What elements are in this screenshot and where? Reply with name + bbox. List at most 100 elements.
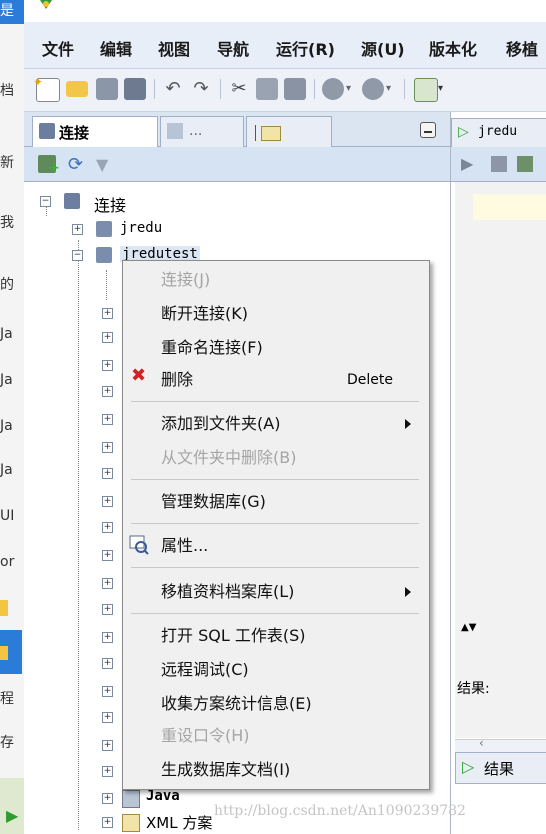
database-icon <box>39 123 55 139</box>
connections-toolbar: + ⟳ ▼ <box>24 147 450 182</box>
run-icon: ▷ <box>462 757 475 776</box>
title-bar <box>24 0 546 22</box>
expand-icon[interactable]: + <box>102 632 113 643</box>
menu-migration[interactable]: 移植 <box>506 36 538 60</box>
strip-item: UI <box>0 508 15 524</box>
menu-item-gather-schema-stats[interactable]: 收集方案统计信息(E) <box>161 691 312 717</box>
expand-icon[interactable]: + <box>102 496 113 507</box>
paste-icon[interactable] <box>284 78 306 100</box>
run-statement-icon[interactable]: ▶ <box>461 154 473 173</box>
tree-node-jredu[interactable]: + jredu <box>70 220 270 240</box>
properties-icon <box>129 535 149 555</box>
save-icon[interactable] <box>96 78 118 100</box>
menu-item-migration-repository[interactable]: 移植资料档案库(L) <box>161 579 294 605</box>
menu-item-disconnect[interactable]: 断开连接(K) <box>161 301 248 327</box>
menu-item-open-sql-worksheet[interactable]: 打开 SQL 工作表(S) <box>161 623 305 649</box>
menu-item-generate-db-doc[interactable]: 生成数据库文档(I) <box>161 757 290 783</box>
expand-icon[interactable]: + <box>102 386 113 397</box>
menu-separator <box>131 567 419 568</box>
menu-bar: 文件 编辑 视图 导航 运行(R) 源(U) 版本化 移植 <box>24 22 546 69</box>
menu-item-rename[interactable]: 重命名连接(F) <box>161 335 263 361</box>
tab-results[interactable]: ▷ 结果 <box>455 752 546 784</box>
forward-icon[interactable] <box>362 78 384 100</box>
editor-tab[interactable]: ▷ jredu <box>451 118 546 148</box>
watermark: http://blog.csdn.net/An1090239782 <box>214 803 466 819</box>
menu-item-reset-password[interactable]: 重设口令(H) <box>161 723 250 749</box>
menu-item-add-to-folder[interactable]: 添加到文件夹(A) <box>161 411 280 437</box>
menu-run[interactable]: 运行(R) <box>276 36 335 60</box>
menu-item-remove-from-folder[interactable]: 从文件夹中删除(B) <box>161 445 296 471</box>
refresh-icon[interactable]: ⟳ <box>68 154 83 175</box>
menu-edit[interactable]: 编辑 <box>100 36 132 60</box>
menu-item-properties[interactable]: 属性... <box>161 533 208 559</box>
main-toolbar: ✦ ↶ ↷ ✂ ▾ ▾ ▾ <box>24 69 546 112</box>
expand-icon[interactable]: + <box>102 712 113 723</box>
strip-item: or <box>0 554 15 570</box>
menu-item-connect[interactable]: 连接(J) <box>161 267 210 293</box>
results-tab-label: 结果 <box>484 760 515 778</box>
sql-worksheet-icon[interactable] <box>414 78 438 102</box>
save-all-icon[interactable] <box>124 78 146 100</box>
menu-navigate[interactable]: 导航 <box>217 36 249 60</box>
tree-node-label: jredu <box>120 220 163 236</box>
collapse-icon[interactable]: − <box>72 250 83 261</box>
filter-icon[interactable]: ▼ <box>96 155 108 174</box>
back-icon[interactable] <box>322 78 344 100</box>
menu-separator <box>131 479 419 480</box>
run-script-icon[interactable] <box>491 156 507 172</box>
editor-area: ▷ jredu ▶ ‹ ▲▼ ▷ 结果 结果: <box>451 112 546 834</box>
submenu-arrow-icon <box>405 419 411 429</box>
menu-view[interactable]: 视图 <box>158 36 190 60</box>
undo-icon[interactable]: ↶ <box>162 78 184 100</box>
tab-files[interactable] <box>246 116 332 147</box>
strip-bottom: ▶ <box>0 778 24 834</box>
strip-top-label: 是 <box>0 0 24 24</box>
horizontal-scrollbar[interactable]: ‹ <box>455 736 546 752</box>
open-folder-icon[interactable] <box>66 81 88 97</box>
collapse-icon[interactable]: − <box>40 196 51 207</box>
expand-icon[interactable]: + <box>102 468 113 479</box>
tree-root-connections[interactable]: − 连接 <box>38 192 238 215</box>
expand-icon[interactable]: + <box>102 360 113 371</box>
expand-icon[interactable]: + <box>102 658 113 669</box>
current-line-highlight <box>473 194 546 220</box>
expand-icon[interactable]: + <box>102 766 113 777</box>
database-icon <box>64 193 80 209</box>
expand-icon[interactable]: + <box>72 224 83 235</box>
copy-icon[interactable] <box>256 78 278 100</box>
commit-icon[interactable] <box>517 156 533 172</box>
menu-file[interactable]: 文件 <box>42 36 74 60</box>
expand-icon[interactable]: + <box>102 817 113 828</box>
strip-item: 的 <box>0 277 14 293</box>
tab-reports[interactable]: ... <box>160 116 244 147</box>
expand-icon[interactable]: + <box>102 550 113 561</box>
sql-worksheet[interactable] <box>455 182 546 738</box>
expand-icon[interactable]: + <box>102 522 113 533</box>
cut-icon[interactable]: ✂ <box>228 78 250 100</box>
java-folder-icon <box>122 790 140 808</box>
menu-item-delete[interactable]: 删除 <box>161 367 193 393</box>
tab-connections-label: 连接 <box>59 124 90 142</box>
menu-item-remote-debug[interactable]: 远程调试(C) <box>161 657 249 683</box>
expand-icon[interactable]: + <box>102 414 113 425</box>
strip-item: 我 <box>0 215 14 231</box>
expand-icon[interactable]: + <box>102 332 113 343</box>
expand-icon[interactable]: + <box>102 442 113 453</box>
expand-icon[interactable]: + <box>102 604 113 615</box>
minimize-icon[interactable] <box>420 122 436 138</box>
expand-icon[interactable]: + <box>102 740 113 751</box>
menu-item-manage-database[interactable]: 管理数据库(G) <box>161 489 266 515</box>
expand-icon[interactable]: + <box>102 578 113 589</box>
new-icon[interactable]: ✦ <box>33 75 60 102</box>
tree-root-label: 连接 <box>94 196 127 215</box>
expand-icon[interactable]: + <box>102 793 113 804</box>
expand-icon[interactable]: + <box>102 686 113 697</box>
add-connection-icon[interactable]: + <box>38 155 60 175</box>
tab-connections[interactable]: 连接 <box>32 116 158 147</box>
menu-versioning[interactable]: 版本化 <box>429 36 477 60</box>
sql-dropdown-icon[interactable]: ▾ <box>438 78 460 100</box>
menu-source[interactable]: 源(U) <box>361 36 405 60</box>
redo-icon[interactable]: ↷ <box>190 78 212 100</box>
submenu-arrow-icon <box>405 587 411 597</box>
expand-icon[interactable]: + <box>102 308 113 319</box>
